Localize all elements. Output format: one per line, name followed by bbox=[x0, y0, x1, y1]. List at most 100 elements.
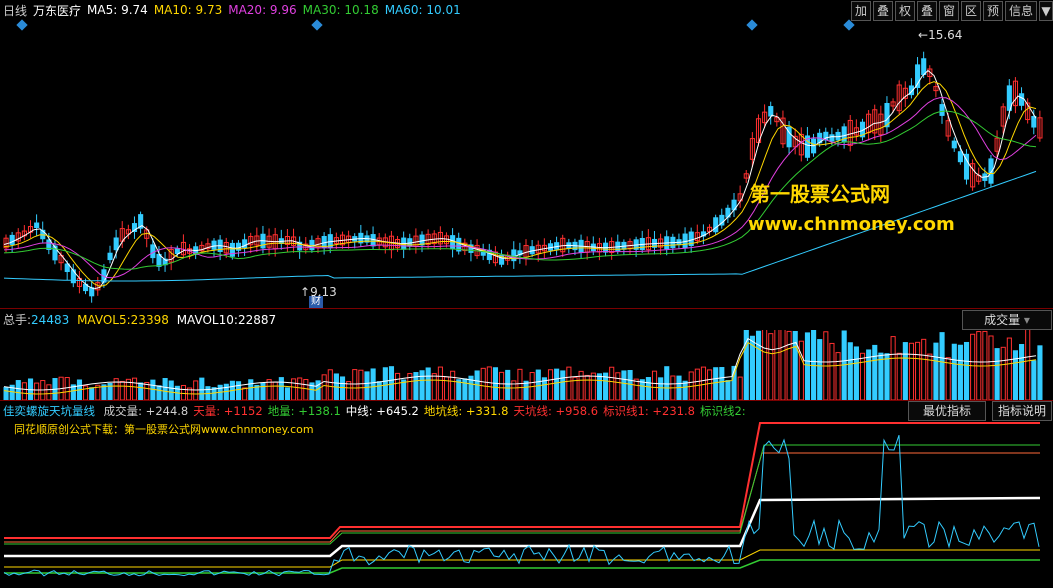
volume-bar bbox=[651, 370, 658, 400]
volume-bar bbox=[425, 367, 431, 400]
volume-bar bbox=[303, 379, 309, 400]
volume-bar bbox=[535, 369, 541, 400]
volume-bar bbox=[89, 387, 95, 400]
toolbar-button[interactable]: 叠 bbox=[917, 1, 937, 21]
volume-bar bbox=[596, 373, 603, 400]
volume-bar bbox=[358, 369, 364, 400]
volume-bar bbox=[762, 330, 768, 400]
volume-bar bbox=[437, 366, 443, 400]
volume-bar bbox=[199, 377, 205, 400]
volume-bar bbox=[737, 376, 743, 400]
toolbar-button[interactable]: 窗 bbox=[939, 1, 959, 21]
candle-body bbox=[829, 134, 835, 142]
toolbar-button[interactable]: 预 bbox=[983, 1, 1003, 21]
volume-bar bbox=[272, 381, 278, 400]
volume-bar bbox=[786, 330, 792, 400]
volume-bar bbox=[1000, 346, 1006, 400]
volume-bar bbox=[615, 372, 621, 400]
indicator-name: 佳奕螺旋天坑量线 bbox=[3, 404, 95, 418]
volume-bar bbox=[462, 378, 468, 400]
volume-bar bbox=[180, 384, 187, 400]
panel-divider bbox=[0, 308, 1053, 309]
volume-bar bbox=[859, 352, 866, 400]
indicator-legend-item: 标识线1: +231.8 bbox=[603, 404, 695, 418]
indicator-help-button[interactable]: 指标说明 bbox=[992, 401, 1052, 421]
volume-bar bbox=[847, 342, 853, 400]
indicator-legend: 佳奕螺旋天坑量线 成交量: +244.8 天量: +1152 地量: +138.1 中… bbox=[3, 403, 746, 419]
toolbar-button[interactable]: 信息 bbox=[1005, 1, 1037, 21]
candle-body bbox=[174, 248, 180, 254]
volume-bar bbox=[327, 369, 333, 400]
volume-bar bbox=[150, 379, 156, 400]
candle-body bbox=[419, 234, 425, 246]
best-indicator-button[interactable]: 最优指标 bbox=[908, 401, 986, 421]
toolbar-button[interactable]: 叠 bbox=[873, 1, 893, 21]
toolbar-button[interactable]: 区 bbox=[961, 1, 981, 21]
volume-bar bbox=[3, 386, 9, 400]
volume-bar bbox=[34, 382, 40, 400]
candle-body bbox=[9, 234, 15, 245]
period-label[interactable]: 日线 bbox=[3, 2, 27, 19]
watermark-cn: 第一股票公式网 bbox=[750, 182, 890, 206]
volume-bar bbox=[811, 330, 817, 400]
volume-bar bbox=[578, 370, 584, 400]
volume-legend: 总手:24483 MAVOL5:23398 MAVOL10:22887 bbox=[3, 313, 277, 327]
volume-bar bbox=[584, 374, 590, 400]
indicator-chart[interactable] bbox=[0, 420, 1053, 588]
volume-bar bbox=[664, 366, 670, 400]
volume-bar bbox=[138, 382, 144, 400]
volume-bar bbox=[321, 374, 327, 400]
ma-legend: MA5: 9.74 MA10: 9.73 MA20: 9.96 MA30: 10.18… bbox=[87, 3, 467, 17]
volume-bar bbox=[486, 366, 492, 400]
volume-bar bbox=[131, 377, 138, 400]
volume-bar bbox=[743, 330, 749, 400]
volume-bar bbox=[945, 357, 951, 400]
volume-chart[interactable] bbox=[0, 330, 1053, 400]
candle-body bbox=[321, 236, 327, 248]
toolbar-button[interactable]: 权 bbox=[895, 1, 915, 21]
volume-bar bbox=[725, 380, 731, 400]
volume-bar bbox=[450, 370, 456, 400]
volume-bar bbox=[957, 344, 963, 400]
toolbar-button[interactable]: 加 bbox=[851, 1, 871, 21]
volume-bar bbox=[395, 372, 401, 400]
tiankeng-line bbox=[4, 422, 1040, 539]
volume-bar bbox=[1012, 350, 1019, 400]
volume-bar bbox=[64, 377, 70, 400]
volume-bar bbox=[1037, 345, 1043, 400]
volume-bar bbox=[566, 366, 572, 400]
volume-bar bbox=[21, 382, 27, 400]
volume-bar bbox=[707, 369, 713, 400]
finance-badge[interactable]: 财 bbox=[309, 296, 323, 308]
volume-bar bbox=[927, 353, 933, 400]
volume-bar bbox=[560, 370, 566, 400]
ma-item: MA10: 9.73 bbox=[153, 3, 223, 17]
biaoshi1-line bbox=[4, 452, 1040, 543]
volume-bar bbox=[547, 369, 554, 400]
candle-body bbox=[951, 140, 957, 149]
volume-bar bbox=[884, 353, 890, 400]
volume-bar bbox=[817, 339, 823, 400]
volume-bar bbox=[963, 341, 970, 400]
volume-bar bbox=[554, 368, 560, 400]
volume-bar bbox=[755, 330, 762, 400]
volume-bar bbox=[1025, 330, 1031, 400]
price-chart[interactable] bbox=[0, 20, 1053, 309]
volume-indicator-select[interactable]: 成交量 ▾ bbox=[962, 310, 1052, 330]
candle-body bbox=[52, 245, 58, 261]
volume-bar bbox=[291, 378, 297, 400]
chart-header: 日线 万东医疗 MA5: 9.74 MA10: 9.73 MA20: 9.96 MA3… bbox=[0, 0, 1053, 21]
volume-bar bbox=[902, 342, 908, 400]
volume-bar bbox=[804, 332, 811, 400]
candle-body bbox=[957, 151, 963, 163]
volume-bar bbox=[248, 379, 254, 400]
volume-bar bbox=[235, 381, 242, 400]
toolbar-arrow-icon[interactable]: ▼ bbox=[1039, 1, 1053, 21]
volume-bar bbox=[260, 382, 266, 400]
candle-body bbox=[921, 58, 927, 76]
volume-bar bbox=[798, 340, 804, 400]
chevron-down-icon: ▾ bbox=[1023, 313, 1030, 327]
volume-bar bbox=[872, 344, 878, 400]
volume-bar bbox=[297, 377, 303, 400]
volume-bar bbox=[156, 385, 162, 400]
